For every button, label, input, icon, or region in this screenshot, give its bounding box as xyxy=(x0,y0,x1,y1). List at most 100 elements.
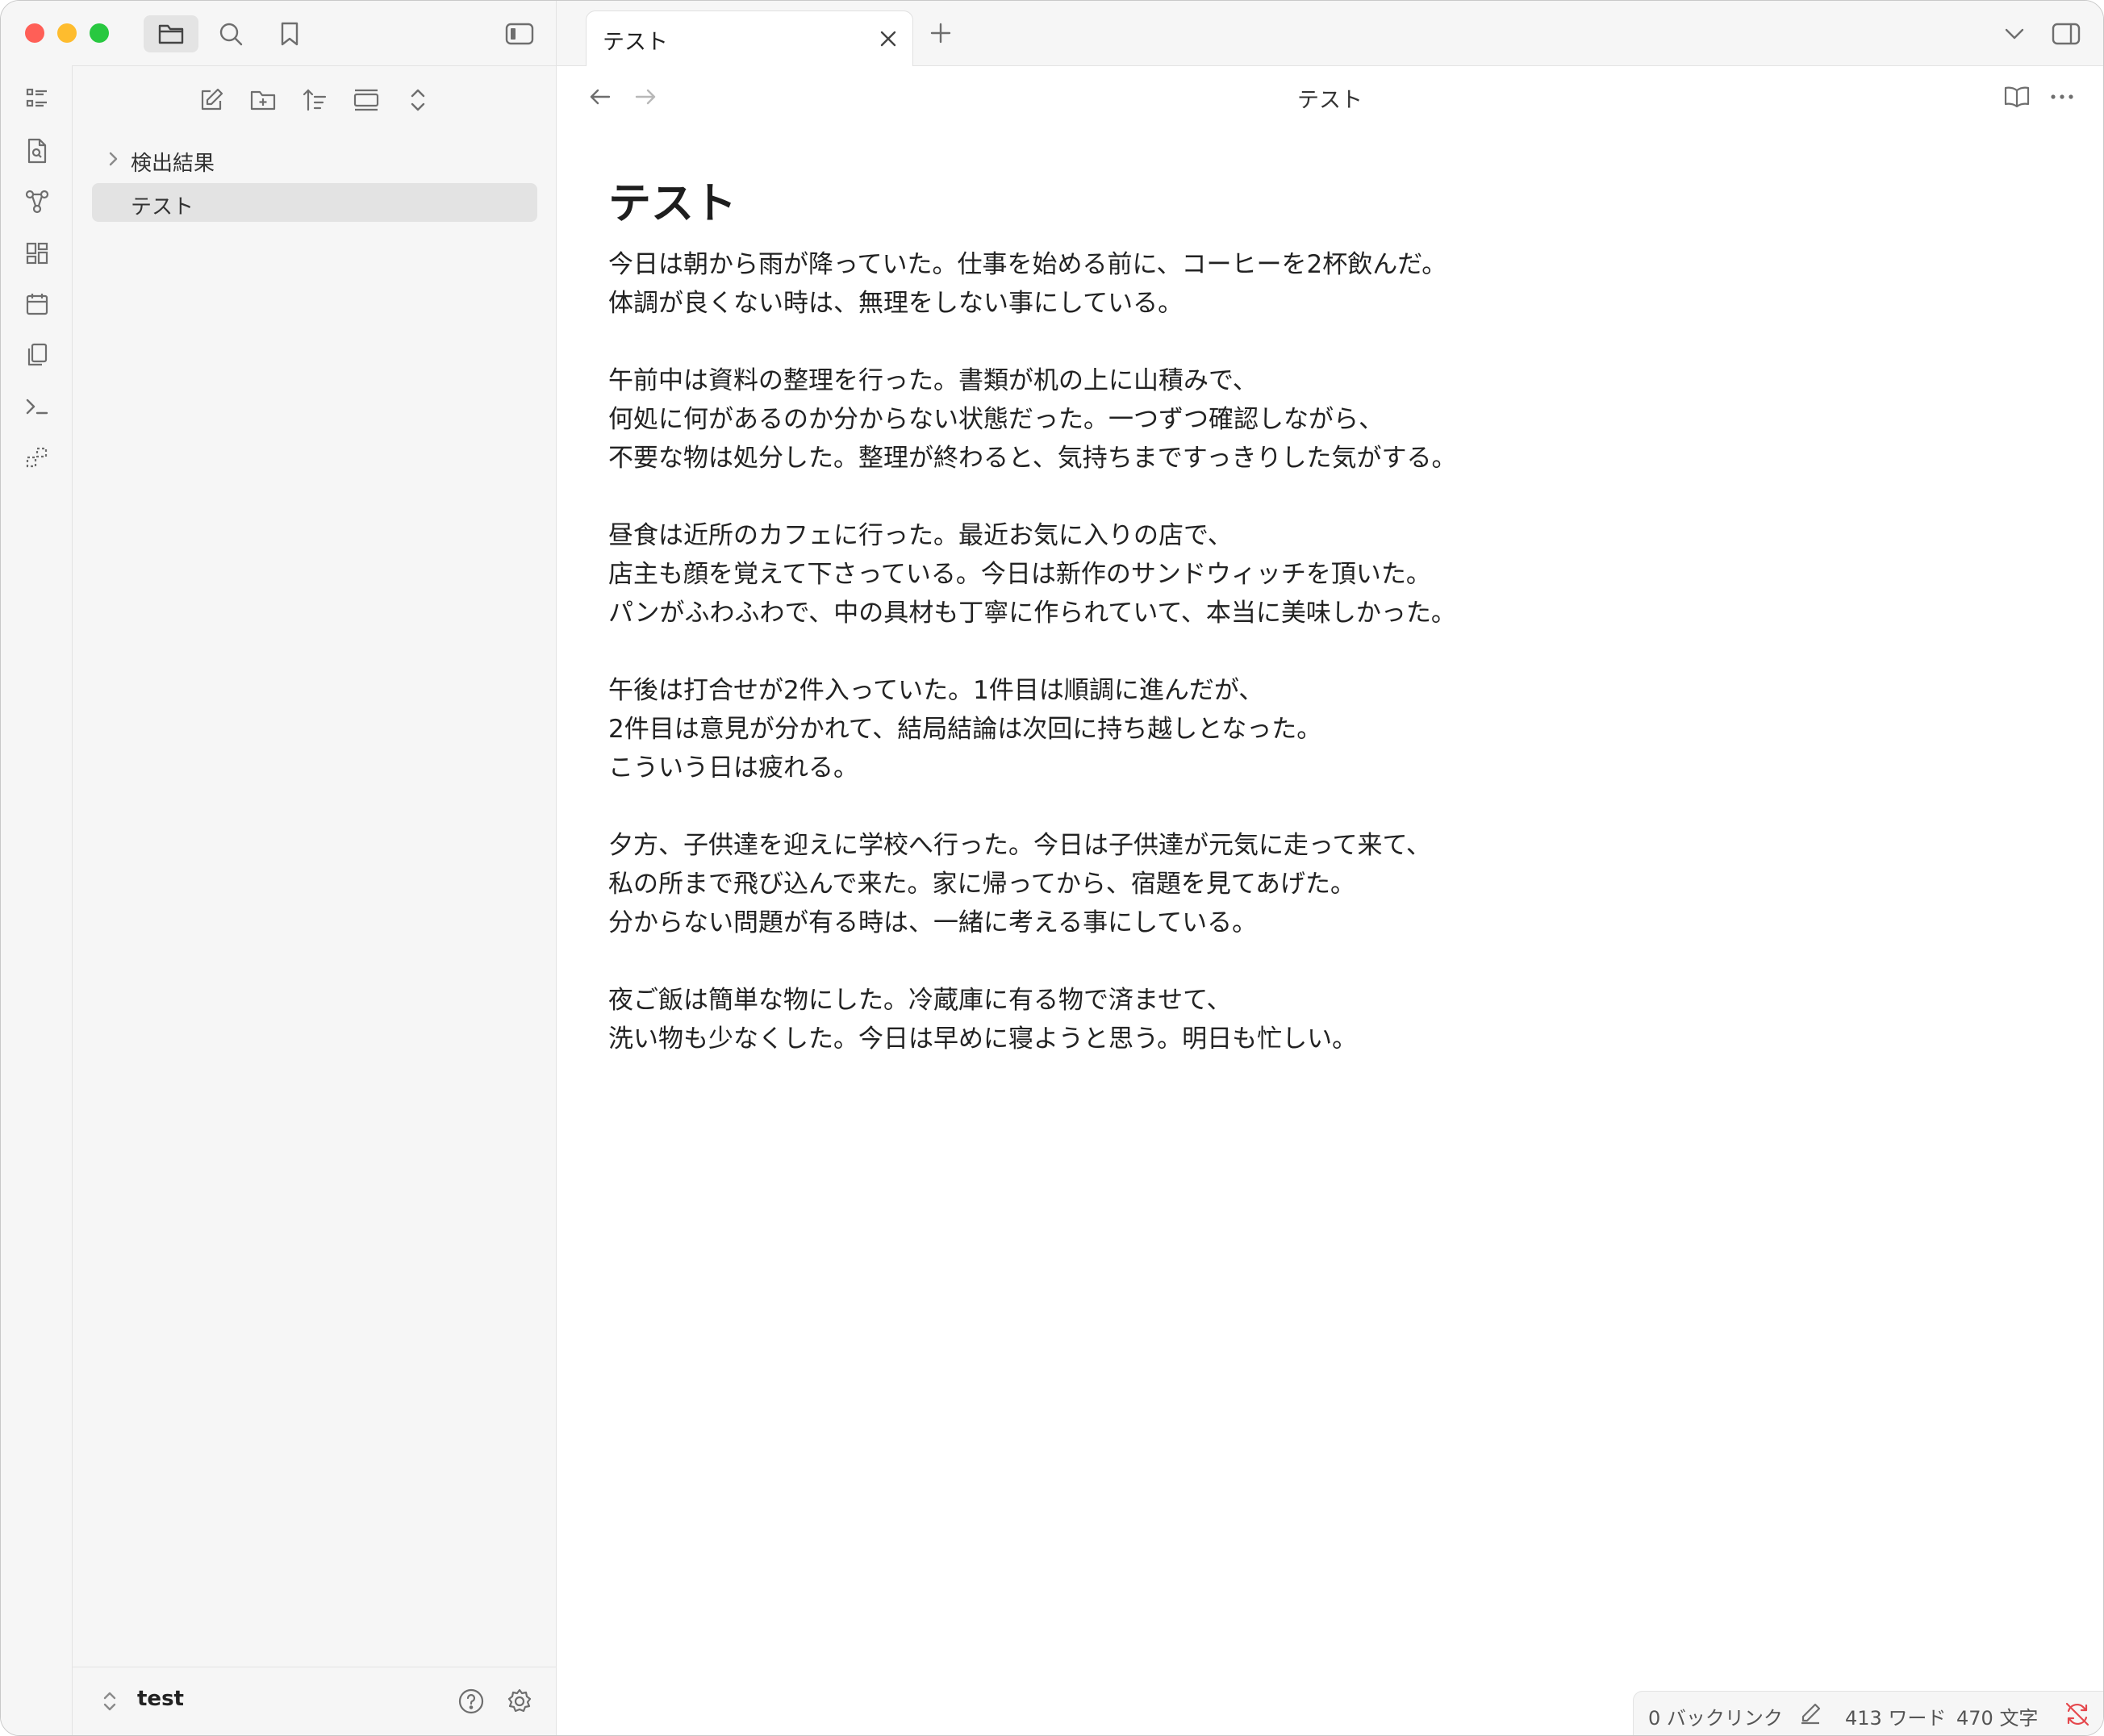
paragraph-line: 2件目は意見が分かれて、結局結論は次回に持ち越しとなった。 xyxy=(608,715,1322,744)
graph-icon xyxy=(24,189,50,215)
outline-icon xyxy=(25,86,49,111)
expand-right-sidebar-button[interactable] xyxy=(2048,15,2085,52)
reveal-icon xyxy=(353,88,379,112)
tab-title: テスト xyxy=(603,30,668,55)
backlinks-count[interactable]: 0 バックリンク xyxy=(1648,1702,1783,1730)
help-icon xyxy=(457,1688,485,1715)
auto-reveal-button[interactable] xyxy=(349,82,384,118)
bookmarks-button[interactable] xyxy=(271,15,308,52)
gear-icon xyxy=(506,1688,533,1715)
reading-view-button[interactable] xyxy=(1999,79,2035,115)
paragraph: 今日は朝から雨が降っていた。仕事を始める前に、コーヒーを2杯飲んだ。 体調が良くな… xyxy=(608,245,1576,323)
paragraph-line: 不要な物は処分した。整理が終わると、気持ちまですっきりした気がする。 xyxy=(608,444,1457,473)
folder-icon xyxy=(157,22,185,46)
search-icon xyxy=(218,21,244,47)
daily-note-button[interactable] xyxy=(20,287,54,321)
paragraph-line: 午前中は資料の整理を行った。書類が机の上に山積みで、 xyxy=(608,366,1258,395)
template-icon xyxy=(25,445,49,469)
terminal-icon xyxy=(25,396,49,417)
paragraph-line: 分からない問題が有る時は、一緒に考える事にしている。 xyxy=(608,908,1258,937)
templates-button[interactable] xyxy=(20,338,54,372)
ribbon xyxy=(1,65,73,1735)
tab-bar: テスト xyxy=(557,1,2103,66)
tree-folder-results[interactable]: 検出結果 xyxy=(92,140,537,178)
document-content[interactable]: テスト 今日は朝から雨が降っていた。仕事を始める前に、コーヒーを2杯飲んだ。 体調… xyxy=(608,171,1576,1097)
file-search-icon xyxy=(26,138,48,164)
edit-mode-icon[interactable] xyxy=(1798,1701,1822,1726)
more-horizontal-icon xyxy=(2050,94,2074,100)
canvas-icon xyxy=(25,241,49,265)
file-explorer: 検出結果 テスト test xyxy=(73,66,557,1735)
close-icon xyxy=(879,30,897,48)
collapse-left-sidebar-button[interactable] xyxy=(501,15,538,52)
command-palette-button[interactable] xyxy=(20,390,54,424)
sidebar-toggle-icon xyxy=(505,22,534,46)
settings-button[interactable] xyxy=(502,1684,537,1719)
vault-switcher-bar: test xyxy=(73,1667,556,1735)
paragraph: 夕方、子供達を迎えに学校へ行った。今日は子供達が元気に走って来て、 私の所まで飛び… xyxy=(608,826,1576,942)
slash-command-button[interactable] xyxy=(20,440,54,474)
bookmark-icon xyxy=(279,21,300,47)
zoom-window-button[interactable] xyxy=(90,23,109,43)
paragraph: 夜ご飯は簡単な物にした。冷蔵庫に有る物で済ませて、洗い物も少なくした。今日は早め… xyxy=(608,981,1576,1058)
sort-button[interactable] xyxy=(297,82,332,118)
tree-file-test[interactable]: テスト xyxy=(92,183,537,222)
tree-item-label: テスト xyxy=(131,195,194,219)
paragraph-line: 私の所まで飛び込んで来た。家に帰ってから、宿題を見てあげた。 xyxy=(608,870,1355,899)
paragraph-line: 洗い物も少なくした。今日は早めに寝ようと思う。明日も忙しい。 xyxy=(608,1024,1358,1054)
paragraph: 午前中は資料の整理を行った。書類が机の上に山積みで、何処に何があるのか分からない… xyxy=(608,361,1576,478)
chevron-down-icon xyxy=(2004,27,2025,41)
paragraph-line: 夜ご飯は簡単な物にした。冷蔵庫に有る物で済ませて、 xyxy=(608,986,1232,1015)
view-header-title[interactable]: テスト xyxy=(557,82,2103,114)
collapse-all-button[interactable] xyxy=(400,82,436,118)
paragraph-line: パンがふわふわで、中の具材も丁寧に作られていて、本当に美味しかった。 xyxy=(608,599,1456,628)
chevron-right-icon xyxy=(103,149,123,169)
minimize-window-button[interactable] xyxy=(57,23,77,43)
app-window: テスト 検出結果 テスト test テスト テスト 今日は朝から雨が降っていた。… xyxy=(0,0,2104,1736)
document-body: 今日は朝から雨が降っていた。仕事を始める前に、コーヒーを2杯飲んだ。 体調が良くな… xyxy=(608,245,1576,1058)
sync-off-icon[interactable] xyxy=(2064,1701,2090,1727)
chevrons-up-down-icon[interactable] xyxy=(100,1688,119,1714)
search-button[interactable] xyxy=(212,15,249,52)
word-count: 413 ワード xyxy=(1845,1707,1947,1730)
paragraph-line: 何処に何があるのか分からない状態だった。一つずつ確認しながら、 xyxy=(608,405,1384,434)
new-tab-button[interactable] xyxy=(925,17,957,49)
titlebar xyxy=(1,1,557,66)
canvas-button[interactable] xyxy=(20,236,54,270)
copy-icon xyxy=(25,342,49,368)
vault-name[interactable]: test xyxy=(137,1687,184,1711)
sidebar-right-icon xyxy=(2052,22,2081,46)
new-note-button[interactable] xyxy=(194,82,229,118)
paragraph-line: 午後は打合せが2件入っていた。1件目は順調に進んだが、 xyxy=(608,676,1264,705)
edit-icon xyxy=(198,87,224,113)
paragraph-line: 今日は朝から雨が降っていた。仕事を始める前に、コーヒーを2杯飲んだ。 xyxy=(608,250,1447,279)
close-window-button[interactable] xyxy=(25,23,44,43)
status-bar: 0 バックリンク 413 ワード 470 文字 xyxy=(1633,1691,2103,1735)
folder-plus-icon xyxy=(249,88,277,112)
paragraph-line: 昼食は近所のカフェに行った。最近お気に入りの店で、 xyxy=(608,521,1233,550)
graph-view-button[interactable] xyxy=(20,185,54,219)
more-options-button[interactable] xyxy=(2044,79,2080,115)
tab-list-button[interactable] xyxy=(1996,15,2033,52)
char-count: 470 文字 xyxy=(1956,1707,2039,1730)
paragraph-line: こういう日は疲れる。 xyxy=(608,753,858,782)
sort-icon xyxy=(302,87,328,113)
tab-test[interactable]: テスト xyxy=(586,10,913,66)
file-search-button[interactable] xyxy=(20,134,54,168)
plus-icon xyxy=(929,22,952,44)
outline-button[interactable] xyxy=(20,81,54,115)
book-open-icon xyxy=(2003,85,2031,109)
files-tab-button[interactable] xyxy=(144,15,198,52)
calendar-icon xyxy=(25,292,49,316)
document-title: テスト xyxy=(608,179,737,228)
new-folder-button[interactable] xyxy=(245,82,281,118)
help-button[interactable] xyxy=(453,1684,489,1719)
paragraph-line: 体調が良くない時は、無理をしない事にしている。 xyxy=(608,289,1184,318)
editor-pane: テスト テスト 今日は朝から雨が降っていた。仕事を始める前に、コーヒーを2杯飲ん… xyxy=(557,66,2103,1735)
paragraph-line: 店主も顔を覚えて下さっている。今日は新作のサンドウィッチを頂いた。 xyxy=(608,560,1431,589)
paragraph: 午後は打合せが2件入っていた。1件目は順調に進んだが、 2件目は意見が分かれて、結… xyxy=(608,671,1576,787)
paragraph: 昼食は近所のカフェに行った。最近お気に入りの店で、店主も顔を覚えて下さっている。… xyxy=(608,516,1576,632)
chevrons-up-down-icon xyxy=(408,87,428,113)
tree-item-label: 検出結果 xyxy=(131,152,215,176)
close-tab-button[interactable] xyxy=(875,26,901,52)
